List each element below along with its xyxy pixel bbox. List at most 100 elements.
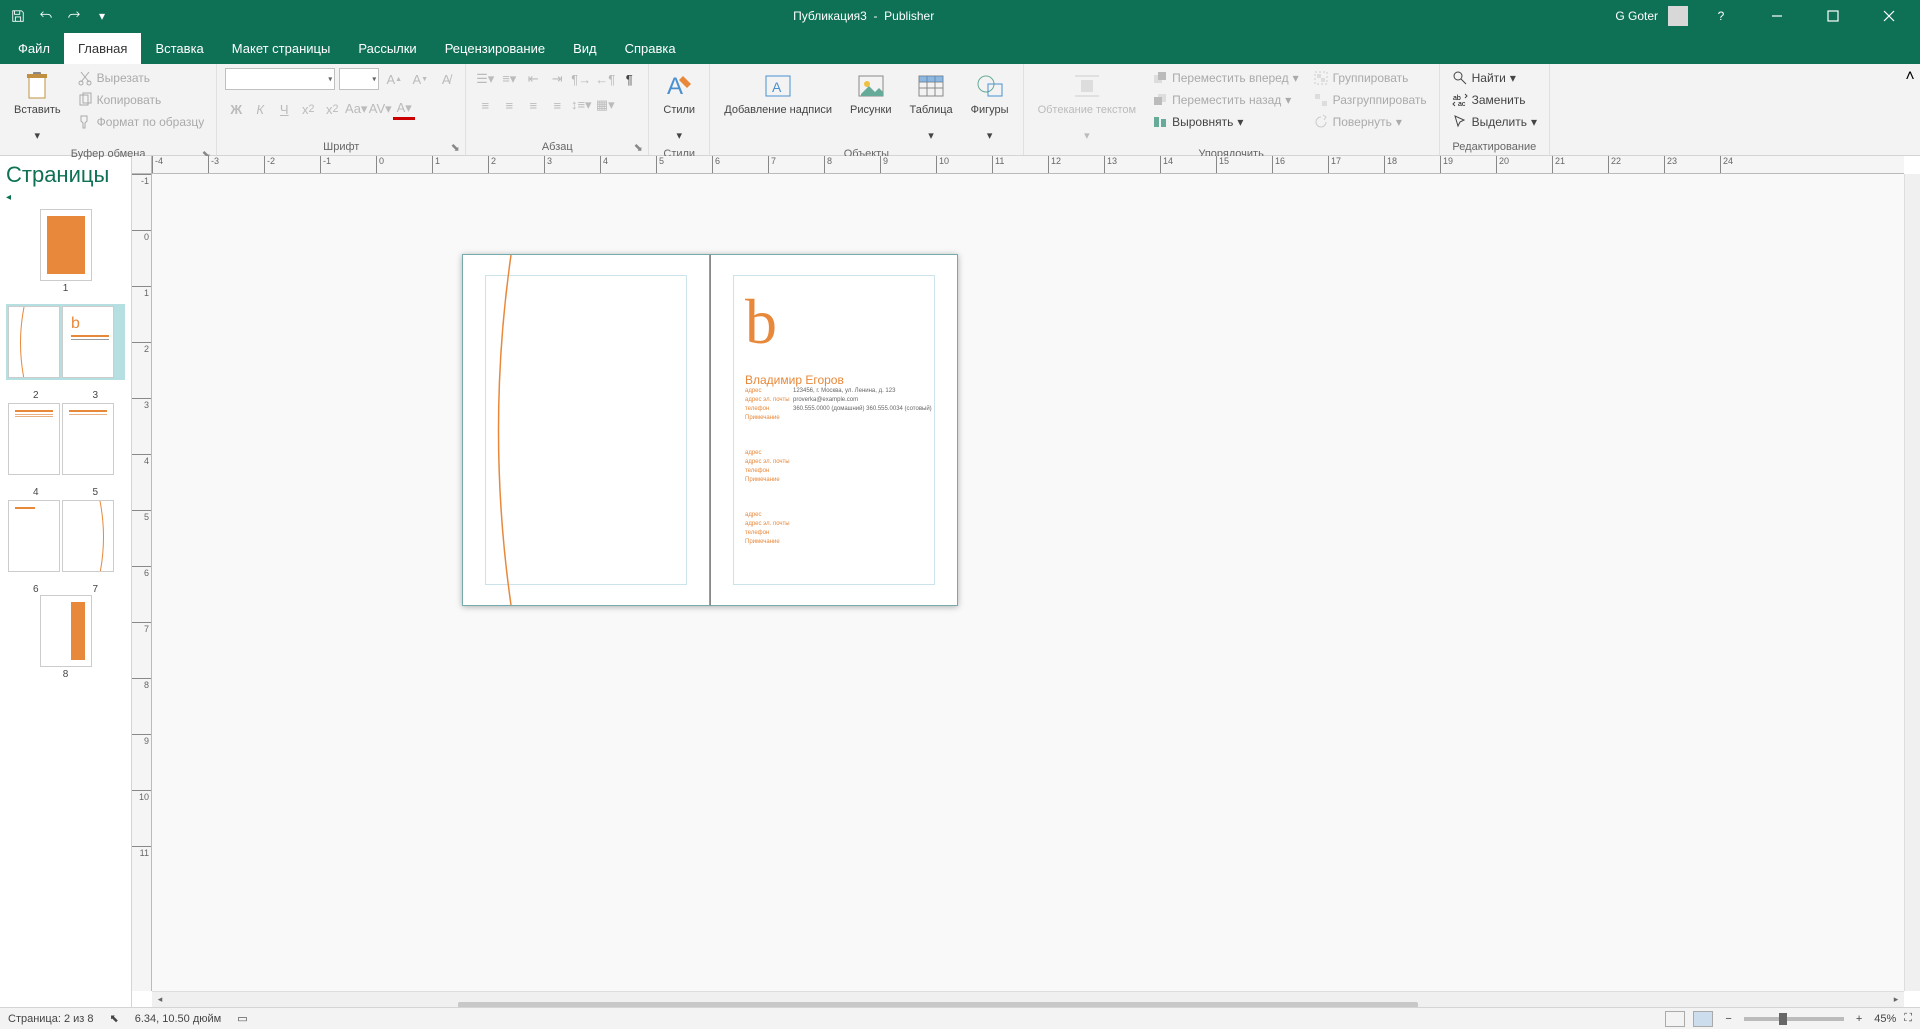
page-thumb-1[interactable]: 1: [6, 209, 125, 294]
ruler-horizontal[interactable]: -4-3-2-101234567891011121314151617181920…: [152, 156, 1904, 174]
tab-help[interactable]: Справка: [611, 33, 690, 64]
rtl-button[interactable]: ←¶: [594, 68, 616, 90]
canvas-viewport[interactable]: b Владимир Егоров адрес123456, г. Москва…: [152, 174, 1904, 991]
fit-page-button[interactable]: ⛶: [1904, 1012, 1912, 1025]
cut-button[interactable]: Вырезать: [73, 68, 209, 88]
vertical-scrollbar[interactable]: [1904, 174, 1920, 991]
svg-text:A: A: [667, 73, 683, 100]
scroll-left-button[interactable]: ◂: [152, 992, 168, 1008]
shapes-button[interactable]: Фигуры▾: [965, 68, 1015, 146]
increase-indent-button[interactable]: ⇥: [546, 68, 568, 90]
tab-home[interactable]: Главная: [64, 33, 141, 64]
paste-button[interactable]: Вставить▾: [8, 68, 67, 146]
tab-view[interactable]: Вид: [559, 33, 611, 64]
pages-collapse-button[interactable]: ◂: [6, 192, 125, 203]
ungroup-button[interactable]: Разгруппировать: [1309, 90, 1431, 110]
collapse-ribbon-button[interactable]: ˄: [1900, 64, 1920, 155]
svg-text:ac: ac: [1458, 101, 1466, 108]
find-button[interactable]: Найти ▾: [1448, 68, 1541, 88]
char-spacing-button[interactable]: AV▾: [369, 98, 391, 120]
shrink-font-button[interactable]: A▼: [409, 68, 431, 90]
view-spread-button[interactable]: [1693, 1011, 1713, 1027]
tab-layout[interactable]: Макет страницы: [218, 33, 345, 64]
grow-font-button[interactable]: A▲: [383, 68, 405, 90]
align-button[interactable]: Выровнять ▾: [1148, 112, 1303, 132]
group-button[interactable]: Группировать: [1309, 68, 1431, 88]
align-center-button[interactable]: ≡: [498, 94, 520, 116]
align-left-button[interactable]: ≡: [474, 94, 496, 116]
zoom-out-button[interactable]: −: [1721, 1013, 1735, 1025]
underline-button[interactable]: Ч: [273, 98, 295, 120]
tab-file[interactable]: Файл: [4, 33, 64, 64]
redo-button[interactable]: [64, 6, 84, 26]
close-button[interactable]: [1866, 0, 1912, 32]
textbox-button[interactable]: A Добавление надписи: [718, 68, 838, 119]
qat-customize-button[interactable]: ▾: [92, 6, 112, 26]
page-3[interactable]: b Владимир Егоров адрес123456, г. Москва…: [710, 254, 958, 606]
view-single-button[interactable]: [1665, 1011, 1685, 1027]
minimize-button[interactable]: [1754, 0, 1800, 32]
subscript-button[interactable]: x2: [297, 98, 319, 120]
ruler-corner[interactable]: [132, 156, 152, 174]
rotate-button[interactable]: Повернуть ▾: [1309, 112, 1431, 132]
canvas-area: -4-3-2-101234567891011121314151617181920…: [132, 156, 1920, 1007]
font-dialog-launcher[interactable]: ⬊: [449, 141, 461, 153]
copy-button[interactable]: Копировать: [73, 90, 209, 110]
quick-access-toolbar: ▾: [0, 6, 112, 26]
scroll-thumb[interactable]: [458, 1002, 1418, 1008]
page-thumb-6-7[interactable]: [6, 498, 125, 574]
scroll-right-button[interactable]: ▸: [1888, 992, 1904, 1008]
italic-button[interactable]: К: [249, 98, 271, 120]
page-thumb-4-5[interactable]: [6, 401, 125, 477]
numbering-button[interactable]: ≡▾: [498, 68, 520, 90]
align-right-button[interactable]: ≡: [522, 94, 544, 116]
horizontal-scrollbar[interactable]: ◂ ▸: [152, 991, 1904, 1007]
ruler-vertical[interactable]: -101234567891011: [132, 174, 152, 991]
columns-button[interactable]: ▦▾: [594, 94, 616, 116]
text-fill-button[interactable]: A▾: [393, 98, 415, 120]
page-spread[interactable]: b Владимир Егоров адрес123456, г. Москва…: [462, 254, 958, 606]
page-2[interactable]: [462, 254, 710, 606]
wrap-text-button[interactable]: Обтекание текстом▾: [1032, 68, 1143, 146]
user-name[interactable]: G Goter: [1615, 9, 1658, 23]
zoom-percent[interactable]: 45%: [1874, 1013, 1896, 1025]
styles-button[interactable]: A Стили▾: [657, 68, 701, 146]
save-button[interactable]: [8, 6, 28, 26]
user-avatar-icon[interactable]: [1668, 6, 1688, 26]
tab-mailings[interactable]: Рассылки: [344, 33, 430, 64]
maximize-button[interactable]: [1810, 0, 1856, 32]
format-painter-button[interactable]: Формат по образцу: [73, 112, 209, 132]
page-thumb-8[interactable]: 8: [6, 595, 125, 680]
table-button[interactable]: Таблица▾: [904, 68, 959, 146]
page-thumb-2-3[interactable]: b: [6, 304, 125, 380]
svg-text:A: A: [772, 79, 782, 95]
zoom-in-button[interactable]: +: [1852, 1013, 1866, 1025]
send-backward-button[interactable]: Переместить назад ▾: [1148, 90, 1303, 110]
tab-review[interactable]: Рецензирование: [431, 33, 559, 64]
tab-insert[interactable]: Вставка: [141, 33, 217, 64]
contact-block-2: адрес адрес эл. почты телефон Примечание: [745, 449, 793, 485]
select-button[interactable]: Выделить ▾: [1448, 112, 1541, 132]
font-name-input[interactable]: ▾: [225, 68, 335, 90]
clear-format-button[interactable]: A̸: [435, 68, 457, 90]
replace-button[interactable]: abacЗаменить: [1448, 90, 1541, 110]
decrease-indent-button[interactable]: ⇤: [522, 68, 544, 90]
help-button[interactable]: ?: [1698, 0, 1744, 32]
font-size-input[interactable]: ▾: [339, 68, 379, 90]
change-case-button[interactable]: Aa▾: [345, 98, 367, 120]
paragraph-dialog-launcher[interactable]: ⬊: [632, 141, 644, 153]
justify-button[interactable]: ≡: [546, 94, 568, 116]
status-bar: Страница: 2 из 8 ⬉ 6.34, 10.50 дюйм ▭ − …: [0, 1007, 1920, 1029]
bold-button[interactable]: Ж: [225, 98, 247, 120]
show-marks-button[interactable]: ¶: [618, 68, 640, 90]
pictures-button[interactable]: Рисунки: [844, 68, 898, 119]
bring-forward-button[interactable]: Переместить вперед ▾: [1148, 68, 1303, 88]
status-page[interactable]: Страница: 2 из 8: [8, 1013, 94, 1025]
undo-button[interactable]: [36, 6, 56, 26]
zoom-slider[interactable]: [1744, 1017, 1844, 1021]
ltr-button[interactable]: ¶→: [570, 68, 592, 90]
line-spacing-button[interactable]: ↕≡▾: [570, 94, 592, 116]
bullets-button[interactable]: ☰▾: [474, 68, 496, 90]
superscript-button[interactable]: x2: [321, 98, 343, 120]
cursor-icon: ⬉: [110, 1012, 119, 1025]
